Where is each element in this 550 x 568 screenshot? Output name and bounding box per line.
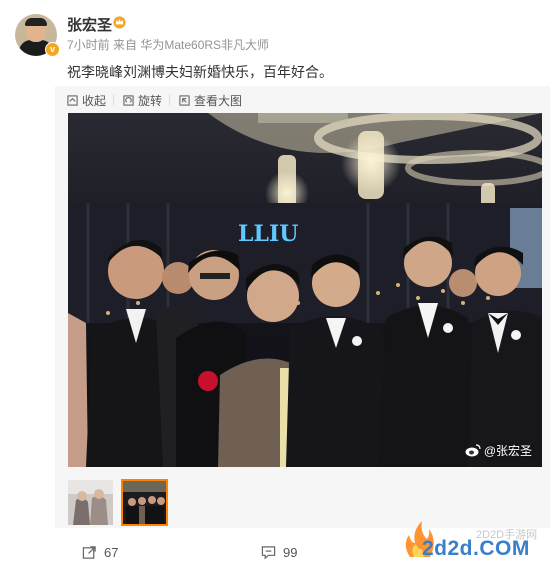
- repost-button[interactable]: 67: [82, 545, 118, 560]
- collapse-button[interactable]: 收起: [67, 92, 106, 109]
- enlarge-icon: [179, 95, 190, 106]
- post-content: 祝李晓峰刘渊博夫妇新婚快乐，百年好合。: [67, 64, 333, 80]
- comment-count: 99: [283, 545, 298, 560]
- rotate-icon: [123, 95, 134, 106]
- repost-icon: [82, 546, 96, 559]
- rotate-button[interactable]: 旋转: [123, 92, 162, 109]
- collapse-icon: [67, 95, 78, 106]
- crown-badge-icon[interactable]: [112, 14, 127, 29]
- photo-watermark: @张宏圣: [465, 442, 532, 459]
- username[interactable]: 张宏圣: [67, 14, 112, 35]
- wedding-photo-image: LLIU: [68, 113, 542, 467]
- repost-count: 67: [104, 545, 119, 560]
- thumbnail-1[interactable]: [68, 480, 113, 525]
- divider: [113, 94, 114, 105]
- view-large-button[interactable]: 查看大图: [179, 92, 242, 109]
- main-photo[interactable]: LLIU @张宏圣: [68, 113, 542, 467]
- thumbnail-image: [122, 480, 167, 525]
- thumbnail-2[interactable]: [121, 479, 168, 526]
- comment-icon: [261, 546, 276, 560]
- rotate-label: 旋转: [138, 94, 163, 108]
- image-toolbar: 收起 旋转 查看大图: [55, 86, 550, 112]
- collapse-label: 收起: [82, 94, 107, 108]
- post-header: v 张宏圣 7小时前 来自 华为Mate60RS非凡大师: [0, 0, 550, 60]
- post-meta: 7小时前 来自 华为Mate60RS非凡大师: [67, 38, 270, 52]
- neon-sign: LLIU: [238, 221, 298, 247]
- site-domain: 2d2d.COM: [422, 537, 530, 560]
- view-large-label: 查看大图: [194, 94, 243, 108]
- verified-badge-icon: v: [45, 42, 60, 57]
- watermark-text: @张宏圣: [483, 444, 532, 458]
- thumbnail-image: [68, 480, 113, 525]
- site-watermark-logo: 2D2D手游网 2d2d.COM: [400, 513, 550, 563]
- comment-button[interactable]: 99: [261, 545, 297, 560]
- divider: [169, 94, 170, 105]
- weibo-logo-icon: [465, 444, 481, 457]
